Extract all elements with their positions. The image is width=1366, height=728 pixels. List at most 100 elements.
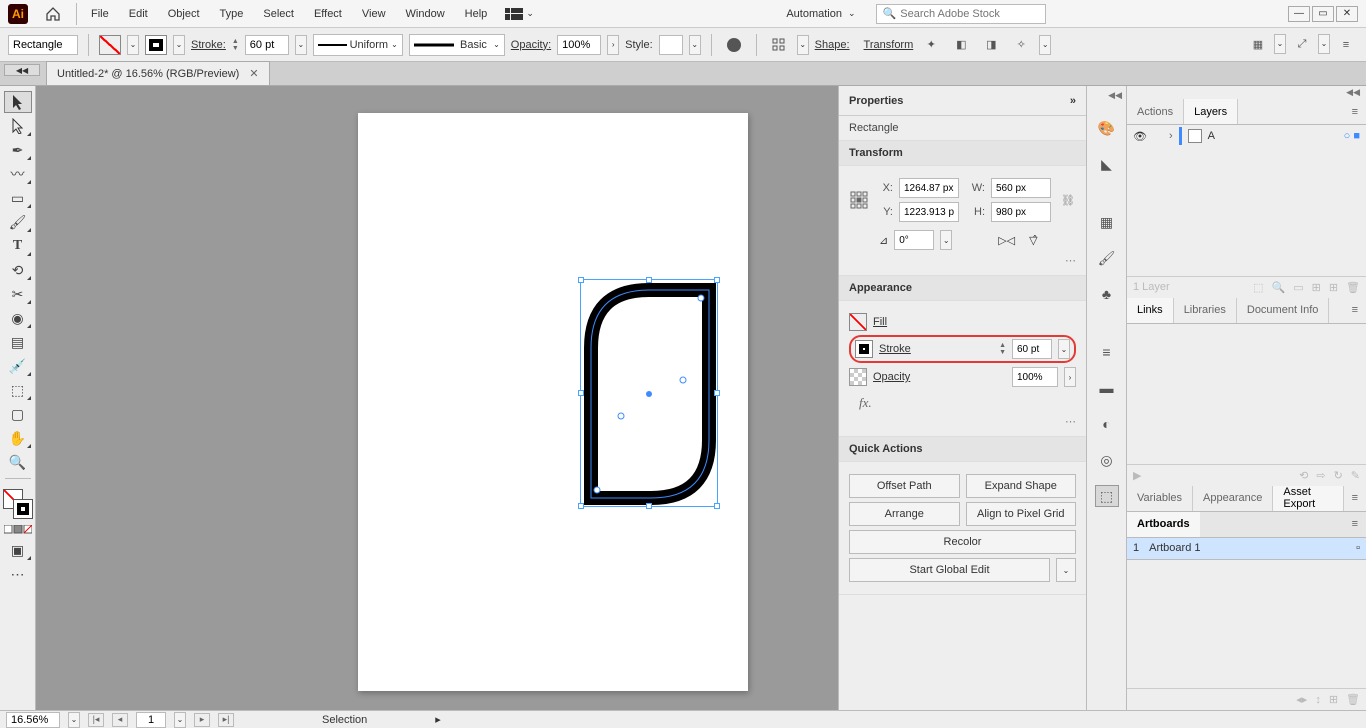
style-swatch[interactable]: [659, 35, 683, 55]
artboards-menu-icon[interactable]: ≡: [1344, 512, 1366, 537]
layers-menu-icon[interactable]: ≡: [1344, 99, 1366, 124]
paintbrush-tool[interactable]: 🖌: [4, 211, 32, 233]
new-artboard-icon[interactable]: ⊞: [1329, 693, 1338, 706]
stroke-dd[interactable]: ⌄: [173, 35, 185, 55]
menu-select[interactable]: Select: [253, 0, 304, 28]
tab-docinfo[interactable]: Document Info: [1237, 298, 1330, 323]
links-menu-icon[interactable]: ≡: [1344, 298, 1366, 323]
rectangle-shape[interactable]: [581, 280, 719, 508]
canvas[interactable]: [36, 86, 838, 710]
opacity-input[interactable]: [557, 35, 601, 55]
visibility-icon[interactable]: 👁: [1133, 130, 1147, 143]
maximize-button[interactable]: ▭: [1312, 6, 1334, 22]
menu-type[interactable]: Type: [210, 0, 254, 28]
goto-link-icon[interactable]: ⇨: [1316, 469, 1325, 482]
next-artboard-icon[interactable]: ▸: [194, 713, 210, 727]
eyedropper-tool[interactable]: 💉: [4, 355, 32, 377]
rotation-input[interactable]: [894, 230, 934, 250]
appearance-panel-icon[interactable]: ◎: [1095, 449, 1119, 471]
rotate-tool[interactable]: ⟲: [4, 259, 32, 281]
expand-shape-button[interactable]: Expand Shape: [966, 474, 1077, 498]
tab-variables[interactable]: Variables: [1127, 486, 1193, 511]
edit-shape-icon[interactable]: ◧: [949, 34, 973, 56]
layer-name[interactable]: A: [1208, 130, 1215, 142]
direct-select-tool[interactable]: [4, 115, 32, 137]
menu-effect[interactable]: Effect: [304, 0, 352, 28]
tab-links[interactable]: Links: [1127, 298, 1174, 323]
scissors-tool[interactable]: ✂: [4, 283, 32, 305]
gradient-tool[interactable]: ▤: [4, 331, 32, 353]
workspace-switcher[interactable]: ⌄: [505, 0, 534, 28]
relink-icon[interactable]: ⟲: [1299, 469, 1308, 482]
search-input[interactable]: [900, 8, 1030, 20]
stroke-weight-panel[interactable]: [1012, 339, 1052, 359]
brushes-panel-icon[interactable]: 🖌: [1095, 247, 1119, 269]
home-icon[interactable]: [44, 6, 62, 22]
reference-point-icon[interactable]: [849, 190, 869, 210]
automation-menu[interactable]: Automation⌄: [776, 8, 865, 20]
expand-dock-icon[interactable]: ◀◀: [1108, 90, 1122, 101]
edit-toolbar[interactable]: ⋯: [4, 563, 32, 585]
delete-layer-icon[interactable]: 🗑: [1346, 281, 1360, 294]
snap-icon[interactable]: ⤢: [1290, 34, 1314, 56]
symbols-panel-icon[interactable]: ♣: [1095, 283, 1119, 305]
hand-tool[interactable]: ✋: [4, 427, 32, 449]
search-stock[interactable]: 🔍: [876, 4, 1046, 24]
width-tool[interactable]: ◉: [4, 307, 32, 329]
menu-object[interactable]: Object: [158, 0, 210, 28]
graphicstyles-panel-icon[interactable]: ⬚: [1095, 485, 1119, 507]
fx-icon[interactable]: fx.: [849, 391, 1076, 415]
artboard-row[interactable]: 1 Artboard 1 ▫: [1127, 538, 1366, 560]
close-tab-icon[interactable]: ✕: [249, 67, 258, 80]
color-panel-icon[interactable]: 🎨: [1095, 117, 1119, 139]
first-artboard-icon[interactable]: |◂: [88, 713, 104, 727]
w-input[interactable]: [991, 178, 1051, 198]
artboard-name[interactable]: Artboard 1: [1149, 542, 1200, 554]
ab-nav-icon[interactable]: ◂▸: [1296, 693, 1307, 706]
menu-view[interactable]: View: [352, 0, 396, 28]
delete-artboard-icon[interactable]: 🗑: [1346, 693, 1360, 706]
global-edit-button[interactable]: Start Global Edit: [849, 558, 1050, 582]
update-link-icon[interactable]: ↻: [1334, 469, 1343, 482]
tab-asset-export[interactable]: Asset Export: [1273, 486, 1343, 511]
rectangle-tool[interactable]: ▭: [4, 187, 32, 209]
selection-bounding-box[interactable]: [580, 279, 718, 507]
transform-label[interactable]: Transform: [864, 39, 914, 51]
curvature-tool[interactable]: 〰: [4, 163, 32, 185]
h-input[interactable]: [991, 202, 1051, 222]
tab-artboards[interactable]: Artboards: [1127, 512, 1200, 537]
locate-icon[interactable]: ⬚: [1253, 281, 1263, 294]
more-appearance-icon[interactable]: ⋯: [849, 415, 1076, 428]
artboard-options-icon[interactable]: ▫: [1356, 542, 1360, 554]
grid-icon[interactable]: ▦: [1246, 34, 1270, 56]
tab-libraries[interactable]: Libraries: [1174, 298, 1237, 323]
stroke-profile[interactable]: Uniform⌄: [313, 34, 403, 56]
edit-shape2-icon[interactable]: ◨: [979, 34, 1003, 56]
menu-edit[interactable]: Edit: [119, 0, 158, 28]
last-artboard-icon[interactable]: ▸|: [218, 713, 234, 727]
type-tool[interactable]: T: [4, 235, 32, 257]
tab-appearance[interactable]: Appearance: [1193, 486, 1273, 511]
new-sublayer-icon[interactable]: ⊞: [1312, 281, 1321, 294]
prev-artboard-icon[interactable]: ◂: [112, 713, 128, 727]
screen-mode[interactable]: ▣: [4, 539, 32, 561]
x-input[interactable]: [899, 178, 959, 198]
stroke-weight-input[interactable]: [245, 35, 289, 55]
zoom-tool[interactable]: 🔍: [4, 451, 32, 473]
stroke-swatch[interactable]: [145, 35, 167, 55]
isolate-icon[interactable]: ✦: [919, 34, 943, 56]
recolor-icon[interactable]: [722, 34, 746, 56]
clip-icon[interactable]: ▭: [1293, 281, 1303, 294]
flip-h-icon[interactable]: ▷◁: [998, 234, 1015, 247]
arrange-button[interactable]: Arrange: [849, 502, 960, 526]
artboard-tool[interactable]: ▢: [4, 403, 32, 425]
align-pixel-button[interactable]: Align to Pixel Grid: [966, 502, 1077, 526]
prefs-icon[interactable]: ≡: [1334, 34, 1358, 56]
fill-dd[interactable]: ⌄: [127, 35, 139, 55]
artboard-num-input[interactable]: [136, 712, 166, 728]
shapebuilder-tool[interactable]: ⬚: [4, 379, 32, 401]
fill-stroke-swatch[interactable]: [3, 489, 33, 519]
transparency-panel-icon[interactable]: ◐: [1095, 413, 1119, 435]
gradient-panel-icon[interactable]: ▬: [1095, 377, 1119, 399]
menu-window[interactable]: Window: [396, 0, 455, 28]
